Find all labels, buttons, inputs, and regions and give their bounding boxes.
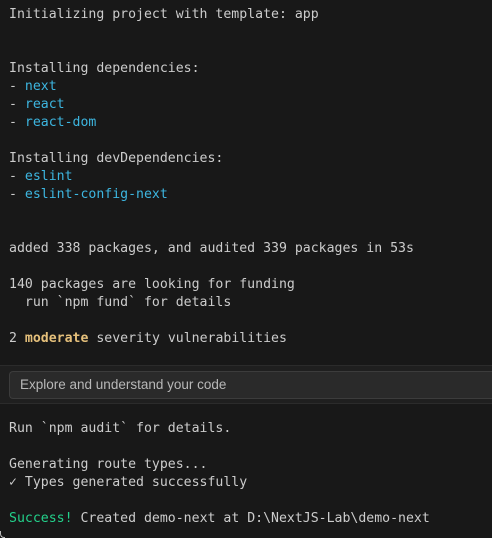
dep-item-next: - next [9,79,57,94]
deps-heading: Installing dependencies: [9,61,200,76]
types-generated-line: ✓ Types generated successfully [9,475,248,490]
dev-dep-name: eslint [24,169,73,184]
dep-name: react-dom [24,115,97,130]
success-label: Success! [9,511,73,526]
dev-deps-heading: Installing devDependencies: [9,151,224,166]
chat-input-bar: Explore and understand your code [0,365,492,404]
dev-dep-item-eslint: - eslint [9,169,73,184]
audit-line: Run `npm audit` for details. [9,421,232,436]
dep-item-react: - react [9,97,65,112]
dev-dep-item-eslint-config-next: - eslint-config-next [9,187,168,202]
added-packages-line: added 338 packages, and audited 339 pack… [9,241,414,256]
vulnerabilities-line: 2 moderate severity vulnerabilities [9,331,287,346]
dep-name: react [24,97,65,112]
success-line: Success! Created demo-next at D:\NextJS-… [9,511,430,526]
dep-item-react-dom: - react-dom [9,115,97,130]
init-line: Initializing project with template: app [9,7,319,22]
severity-label: moderate [24,331,89,346]
dep-name: next [24,79,57,94]
explore-code-input[interactable]: Explore and understand your code [9,371,492,399]
funding-hint-line: run `npm fund` for details [9,295,232,310]
funding-line: 140 packages are looking for funding [9,277,295,292]
terminal-output: Initializing project with template: app … [0,0,492,538]
prompt-cursor-icon [0,531,5,538]
dev-dep-name: eslint-config-next [24,187,168,202]
route-types-line: Generating route types... [9,457,208,472]
